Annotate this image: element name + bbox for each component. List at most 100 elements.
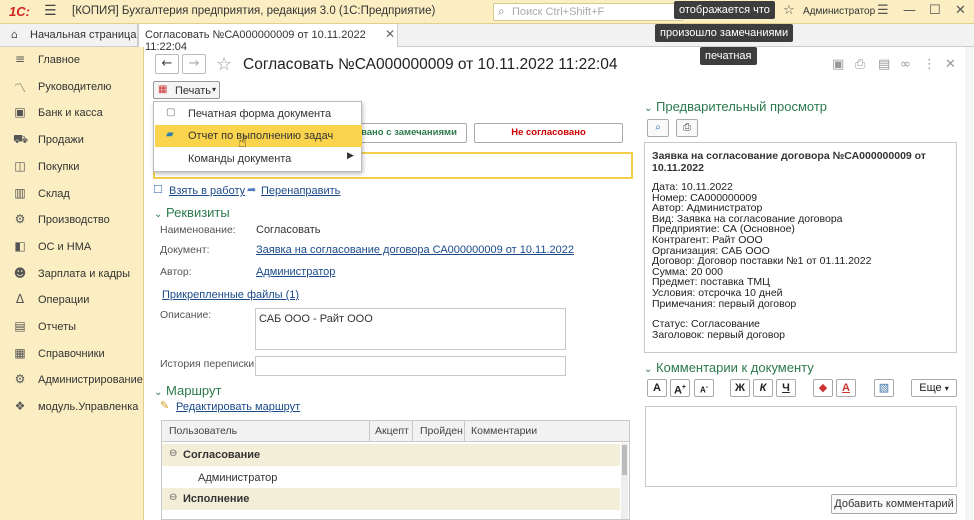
sidebar-item[interactable]: ◧ ОС и НМА — [0, 234, 144, 261]
menu-item-doc-commands[interactable]: Команды документа ▶ — [155, 148, 362, 170]
preview-line: Условия: отсрочка 10 дней — [652, 286, 783, 299]
preview-header[interactable]: ⌄ Предварительный просмотр — [644, 99, 827, 114]
col-passed[interactable]: Пройден — [420, 425, 463, 437]
sidebar-item[interactable]: ▣ Банк и касса — [0, 100, 144, 127]
table-row[interactable]: Администратор — [162, 466, 620, 488]
collapse-icon[interactable]: ⊖ — [169, 492, 177, 503]
insert-image-button[interactable]: ▧ — [874, 379, 894, 397]
close-doc-icon[interactable]: ✕ — [945, 57, 956, 72]
sidebar-item[interactable]: ▥ Склад — [0, 181, 144, 208]
minimize-icon[interactable]: — — [903, 3, 916, 18]
sidebar-item[interactable]: ⚙ Производство — [0, 207, 144, 234]
preview-zoom-button[interactable]: ⌕ — [647, 119, 669, 137]
window-title: [КОПИЯ] Бухгалтерия предприятия, редакци… — [72, 5, 436, 17]
more-button[interactable]: Еще ▾ — [911, 379, 957, 397]
comment-editor[interactable] — [645, 406, 957, 487]
document-link[interactable]: Заявка на согласование договора СА000000… — [256, 244, 574, 256]
sidebar-item[interactable]: ☻ Зарплата и кадры — [0, 261, 144, 288]
star-icon[interactable]: ☆ — [783, 3, 795, 18]
collapse-icon[interactable]: ⊖ — [169, 448, 177, 459]
more-button-label: Еще — [919, 382, 942, 394]
sidebar-item-label: Отчеты — [38, 321, 77, 333]
section-route[interactable]: ⌄ Маршрут — [154, 383, 221, 398]
col-comments[interactable]: Комментарии — [471, 425, 537, 437]
assets-icon: ◧ — [14, 238, 26, 253]
name-value: Согласовать — [256, 224, 321, 236]
reject-button[interactable]: Не согласовано — [474, 123, 623, 143]
col-divider — [369, 421, 370, 442]
print-icon[interactable]: ⎙ — [855, 57, 865, 72]
back-button[interactable]: ← — [155, 54, 179, 74]
redirect-link[interactable]: Перенаправить — [261, 185, 340, 197]
print-button[interactable]: ▦ Печать ▾ — [153, 81, 220, 99]
section-requisites[interactable]: ⌄ Реквизиты — [154, 205, 230, 220]
add-comment-button[interactable]: Добавить комментарий — [831, 494, 957, 514]
save-icon[interactable]: ▣ — [832, 57, 844, 72]
history-field[interactable] — [255, 356, 566, 376]
hamburger-menu-icon[interactable]: ☰ — [44, 3, 57, 19]
more-icon[interactable]: ⋮ — [923, 57, 936, 72]
search-input[interactable]: ⌕ Поиск Ctrl+Shift+F — [493, 3, 683, 21]
current-user[interactable]: Администратор — [803, 6, 875, 17]
tab-document-label: Согласовать №СА000000009 от 10.11.2022 1… — [145, 29, 366, 53]
col-divider — [464, 421, 465, 442]
forward-button[interactable]: → — [182, 54, 206, 74]
sidebar-item[interactable]: ⛟ Продажи — [0, 127, 144, 154]
col-accept[interactable]: Акцепт — [375, 425, 409, 437]
dropdown-arrow-icon: ▾ — [944, 384, 949, 393]
report-icon: ▤ — [14, 319, 26, 333]
menu-item-task-report[interactable]: ▰ Отчет по выполнению задач — [155, 125, 362, 147]
edit-route-link[interactable]: Редактировать маршрут — [176, 401, 300, 413]
table-row[interactable]: ⊖ Исполнение — [162, 488, 620, 510]
attach-icon[interactable]: ▤ — [878, 57, 890, 72]
col-user[interactable]: Пользователь — [169, 425, 237, 437]
take-to-work-link[interactable]: Взять в работу — [169, 185, 245, 197]
tab-home[interactable]: ⌂ Начальная страница — [0, 24, 138, 46]
italic-button[interactable]: К — [753, 379, 773, 397]
sidebar-item[interactable]: ❖ модуль.Управленка — [0, 394, 144, 421]
favorite-star-icon[interactable]: ☆ — [216, 54, 232, 75]
description-field[interactable]: САБ ООО - Райт ООО — [255, 308, 566, 350]
font-button[interactable]: A — [647, 379, 667, 397]
bold-button[interactable]: Ж — [730, 379, 750, 397]
sidebar-item[interactable]: ≡ Главное — [0, 47, 144, 74]
link-icon[interactable]: ∞ — [900, 57, 911, 72]
tab-document[interactable]: Согласовать №СА000000009 от 10.11.2022 1… — [138, 24, 398, 53]
print-form-icon: ▦ — [158, 84, 168, 95]
sidebar-item-label: Руководителю — [38, 80, 112, 93]
route-table-header: Пользователь Акцепт Пройден Комментарии — [162, 421, 629, 442]
preview-print-button[interactable]: ⎙ — [676, 119, 698, 137]
highlight-color-button[interactable]: ◆ — [813, 379, 833, 397]
font-decrease-button[interactable]: A- — [694, 379, 714, 397]
maximize-icon[interactable]: ☐ — [929, 3, 941, 18]
comments-header[interactable]: ⌄ Комментарии к документу — [644, 360, 814, 375]
route-table: Пользователь Акцепт Пройден Комментарии … — [161, 420, 630, 520]
sidebar-item[interactable]: ⚙ Администрирование — [0, 367, 144, 394]
font-increase-button[interactable]: A+ — [670, 379, 690, 397]
preview-pane: Заявка на согласование договора №СА00000… — [644, 142, 957, 353]
description-value: САБ ООО - Райт ООО — [259, 313, 373, 325]
tab-close-icon[interactable]: ✕ — [385, 27, 395, 41]
sidebar-item-label: Администрирование — [38, 374, 143, 387]
table-row[interactable]: ⊖ Согласование — [162, 444, 620, 466]
sidebar-item[interactable]: Δ Операции — [0, 287, 144, 314]
scrollbar[interactable] — [965, 47, 973, 520]
menu-item-print-form[interactable]: ▢ Печатная форма документа — [155, 103, 362, 125]
comments-header-title: Комментарии к документу — [656, 360, 814, 375]
underline-button[interactable]: Ч — [776, 379, 796, 397]
factory-icon: ⚙ — [14, 212, 26, 227]
sidebar-item[interactable]: ▤ Отчеты — [0, 314, 144, 341]
sidebar-item[interactable]: ◫ Покупки — [0, 154, 144, 181]
scroll-thumb[interactable] — [622, 445, 627, 475]
settings-icon[interactable]: ☰ — [877, 3, 889, 18]
author-link[interactable]: Администратор — [256, 266, 335, 278]
close-icon[interactable]: ✕ — [955, 3, 966, 18]
preview-subject: Заголовок: первый договор — [652, 328, 786, 341]
overlay-caption-1: отображается что — [674, 1, 775, 19]
print-button-label: Печать — [175, 85, 212, 97]
sidebar-item[interactable]: ▦ Справочники — [0, 341, 144, 368]
table-scrollbar[interactable] — [621, 443, 628, 519]
sidebar-item[interactable]: 〽 Руководителю — [0, 74, 144, 101]
text-color-button[interactable]: A — [836, 379, 856, 397]
attached-files-link[interactable]: Прикрепленные файлы (1) — [162, 289, 299, 301]
